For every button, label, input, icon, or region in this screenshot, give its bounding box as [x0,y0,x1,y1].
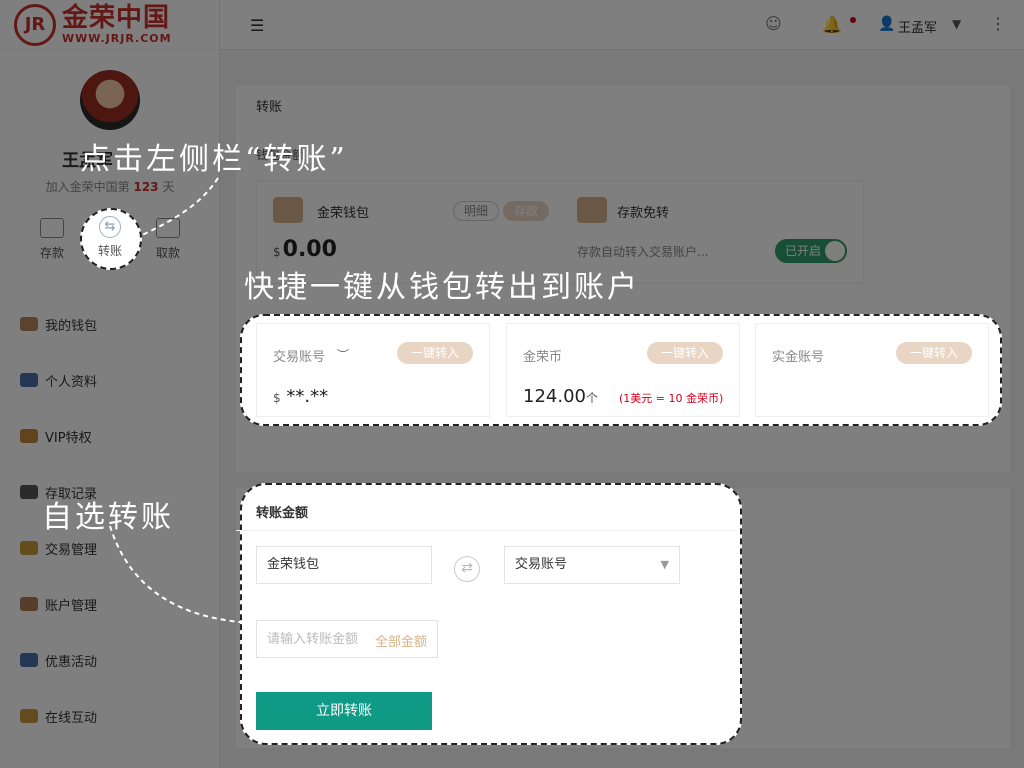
arrow-sidebar [139,177,219,237]
caption-custom: 自选转账 [42,500,174,535]
spotlight-content: ⇆ 转账 交易账号 ︶ 一键转入 $ **.** 金荣币 一键转入 124.00… [0,0,1024,768]
arrow-custom [109,525,241,623]
caption-oneclick: 快捷一键从钱包转出到账户 [244,270,640,305]
caption-sidebar: 点击左侧栏“转账” [80,142,348,177]
tutorial-arrows [109,177,241,623]
